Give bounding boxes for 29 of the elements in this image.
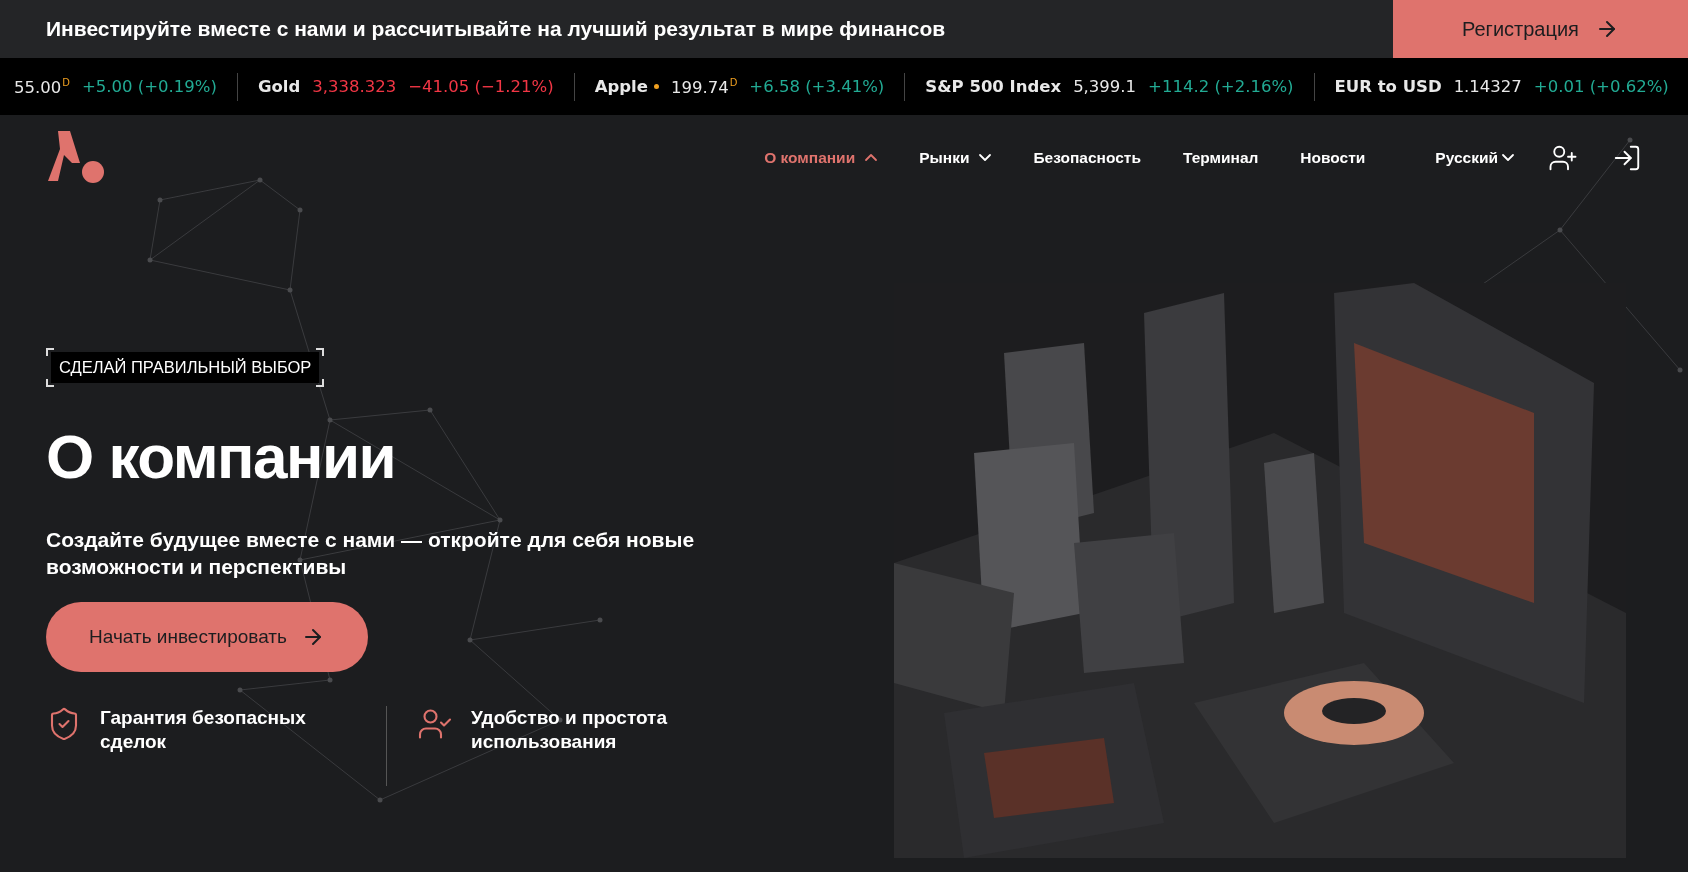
- ticker-name: Gold: [257, 77, 301, 96]
- ticker-price: 5,399.1: [1073, 77, 1137, 96]
- feature-text: Гарантия безопасных сделок: [100, 706, 307, 754]
- ticker-name: EUR to USD: [1334, 77, 1442, 96]
- nav-link[interactable]: Терминал: [1182, 148, 1259, 167]
- register-button[interactable]: Регистрация: [1393, 0, 1688, 58]
- ticker-price: 199.74$^{D}$: [670, 76, 738, 97]
- ticker-change: +5.00 (+0.19%): [81, 77, 217, 96]
- hero-subtitle: Создайте будущее вместе с нами — откройте для себя новые возможности и перспективы: [46, 527, 696, 580]
- ticker-price: 55.00$^{D}$: [14, 76, 70, 97]
- start-investing-button[interactable]: Начать инвестировать: [46, 602, 368, 672]
- language-selector[interactable]: Русский: [1435, 148, 1514, 167]
- page-heading: О компании: [46, 421, 396, 492]
- promo-text: Инвестируйте вместе с нами и рассчитывайте на лучший результат в мире финансов: [45, 17, 947, 41]
- ticker-change: −41.05 (−1.21%): [408, 77, 554, 96]
- ticker-change: +0.01 (+0.62%): [1533, 77, 1669, 96]
- tagline-label: СДЕЛАЙ ПРАВИЛЬНЫЙ ВЫБОР: [51, 352, 320, 383]
- ticker-name: S&P 500 Index: [925, 77, 1062, 96]
- nav-link[interactable]: Рынки: [919, 148, 992, 167]
- feature-text: Удобство и простота использования: [471, 706, 668, 754]
- nav-link[interactable]: О компании: [764, 148, 878, 167]
- nav-link[interactable]: Безопасность: [1033, 148, 1141, 167]
- ticker-price: 3,338.323: [312, 77, 397, 96]
- ticker-change: +6.58 (+3.41%): [749, 77, 885, 96]
- ticker-name: Apple: [594, 77, 648, 96]
- nav-link[interactable]: Новости: [1300, 148, 1366, 167]
- ticker-change: +114.2 (+2.16%): [1148, 77, 1294, 96]
- chevron-down-icon: [1502, 154, 1514, 161]
- ticker-price: 1.14327: [1453, 77, 1522, 96]
